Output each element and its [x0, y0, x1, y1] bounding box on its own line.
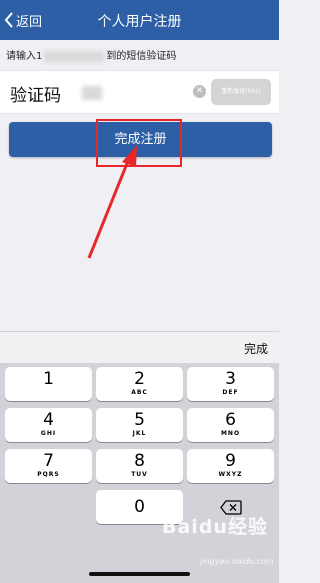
- key-number: 3: [225, 369, 236, 389]
- nav-bar: 返回 个人用户注册: [0, 0, 279, 40]
- key-4[interactable]: 4 GHI: [5, 408, 92, 442]
- code-input[interactable]: [82, 86, 102, 100]
- key-2[interactable]: 2 ABC: [96, 367, 183, 401]
- keyboard-toolbar: 完成: [0, 331, 279, 364]
- key-number: 8: [134, 451, 145, 471]
- key-number: 9: [225, 451, 236, 471]
- key-number: 2: [134, 369, 145, 389]
- key-letters: DEF: [222, 389, 239, 396]
- key-letters: ABC: [131, 389, 148, 396]
- key-letters: TUV: [131, 471, 148, 478]
- baidu-watermark: Baidu经验 jingyan.baidu.com: [160, 510, 280, 580]
- done-button[interactable]: 完成: [244, 340, 268, 357]
- key-letters: PQRS: [37, 471, 60, 478]
- sms-hint-suffix: 到的短信验证码: [106, 51, 177, 62]
- key-letters: JKL: [132, 430, 147, 437]
- key-9[interactable]: 9 WXYZ: [187, 449, 274, 483]
- watermark-brand: Baidu经验: [162, 516, 268, 538]
- key-6[interactable]: 6 MNO: [187, 408, 274, 442]
- key-number: 4: [43, 410, 54, 430]
- key-number: 6: [225, 410, 236, 430]
- key-number: 7: [43, 451, 54, 471]
- key-letters: GHI: [40, 430, 57, 437]
- clear-icon[interactable]: ✕: [193, 85, 206, 98]
- key-3[interactable]: 3 DEF: [187, 367, 274, 401]
- key-1[interactable]: 1: [5, 367, 92, 401]
- page-title: 个人用户注册: [97, 14, 182, 30]
- code-label: 验证码: [10, 86, 61, 106]
- key-7[interactable]: 7 PQRS: [5, 449, 92, 483]
- redacted-phone: [44, 50, 105, 62]
- watermark-url: jingyan.baidu.com: [200, 557, 274, 566]
- resend-button[interactable]: 重新发送(05s): [211, 79, 271, 105]
- key-number: 5: [134, 410, 145, 430]
- highlight-box: [96, 119, 182, 167]
- verification-code-row: 验证码 ✕ 重新发送(05s): [0, 70, 279, 114]
- key-number: 1: [43, 369, 54, 389]
- key-letters: WXYZ: [218, 471, 243, 478]
- key-8[interactable]: 8 TUV: [96, 449, 183, 483]
- sms-hint-prefix: 请输入1: [6, 51, 43, 62]
- key-letters: MNO: [220, 430, 241, 437]
- sms-hint: 请输入1 到的短信验证码: [6, 47, 176, 62]
- key-5[interactable]: 5 JKL: [96, 408, 183, 442]
